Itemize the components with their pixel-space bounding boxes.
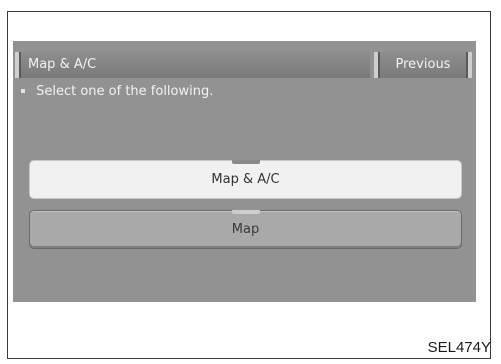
nav-display-screen: Map & A/C Previous Select one of the fol… bbox=[13, 41, 476, 302]
option-map[interactable]: Map bbox=[29, 210, 462, 249]
instruction-line: Select one of the following. bbox=[19, 81, 213, 99]
option-label: Map bbox=[231, 222, 260, 237]
previous-button-label: Previous bbox=[395, 57, 451, 72]
screen-title: Map & A/C bbox=[28, 57, 97, 72]
instruction-text: Select one of the following. bbox=[36, 84, 214, 99]
title-bar: Map & A/C bbox=[15, 52, 370, 78]
square-bullet-icon bbox=[21, 88, 25, 93]
selection-indicator bbox=[231, 210, 260, 214]
previous-button[interactable]: Previous bbox=[374, 52, 472, 78]
option-label: Map & A/C bbox=[211, 172, 280, 187]
option-map-and-ac[interactable]: Map & A/C bbox=[29, 160, 462, 199]
figure-code: SEL474Y bbox=[427, 339, 491, 356]
selection-indicator bbox=[231, 160, 260, 164]
